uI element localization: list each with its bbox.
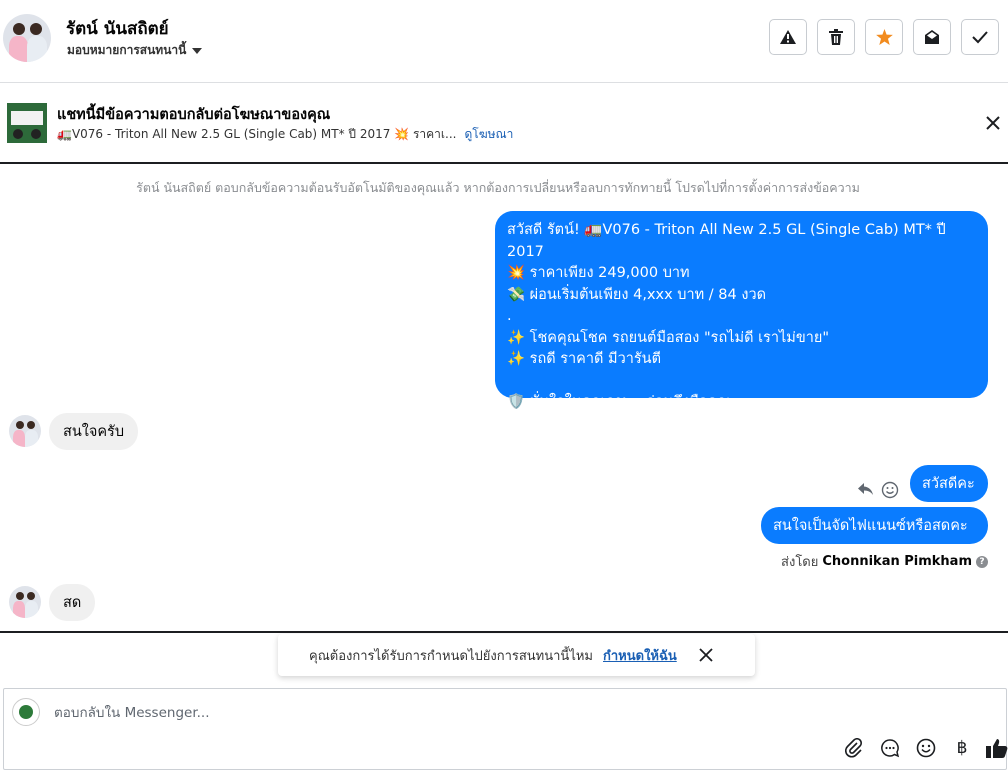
assign-to-me-link[interactable]: กำหนดให้ฉัน — [603, 645, 677, 666]
incoming-message-bubble[interactable]: สด — [49, 584, 96, 621]
system-message: รัตน์ นันสถิตย์ ตอบกลับข้อความต้อนรับอัต… — [136, 180, 860, 195]
reply-composer: ฿ — [3, 688, 1008, 770]
incoming-message-bubble[interactable]: สนใจครับ — [49, 413, 139, 450]
ad-thumbnail[interactable] — [7, 103, 47, 143]
contact-avatar-small — [9, 586, 41, 618]
trash-icon — [829, 29, 843, 45]
send-like-button[interactable] — [986, 737, 1008, 759]
divider — [0, 631, 1008, 633]
outgoing-message-bubble[interactable]: สวัสดีคะ — [910, 465, 988, 502]
help-icon[interactable]: ? — [976, 555, 988, 568]
close-icon[interactable] — [983, 113, 1003, 133]
emoji-icon — [916, 738, 936, 758]
assign-notice: คุณต้องการได้รับการกำหนดไปยังการสนทนานี้… — [278, 634, 755, 676]
ad-headline: 🚛V076 - Triton All New 2.5 GL (Single Ca… — [57, 127, 457, 141]
sent-by-label: ส่งโดย Chonnikan Pimkham ? — [781, 551, 988, 572]
paperclip-icon — [845, 738, 863, 758]
saved-replies-button[interactable] — [879, 737, 901, 759]
mark-done-button[interactable] — [961, 19, 999, 55]
delete-button[interactable] — [817, 19, 855, 55]
view-ad-link[interactable]: ดูโฆษณา — [464, 127, 513, 141]
ad-context-subtitle: 🚛V076 - Triton All New 2.5 GL (Single Ca… — [57, 125, 513, 144]
reply-input[interactable] — [52, 699, 756, 727]
assign-notice-text: คุณต้องการได้รับการกำหนดไปยังการสนทนานี้… — [309, 648, 593, 664]
sent-by-prefix: ส่งโดย — [781, 555, 819, 570]
react-emoji-icon[interactable] — [881, 481, 899, 499]
star-icon — [875, 29, 893, 45]
mark-spam-button[interactable] — [769, 19, 807, 55]
chevron-down-icon — [192, 47, 203, 54]
outgoing-message-bubble[interactable]: สนใจเป็นจัดไฟแนนซ์หรือสดคะ — [761, 507, 988, 544]
attach-button[interactable] — [843, 737, 865, 759]
ad-context-bar: แชทนี้มีข้อความตอบกลับต่อโฆษณาของคุณ 🚛V0… — [0, 83, 1008, 164]
saved-replies-icon — [881, 739, 900, 758]
thumbs-up-icon — [986, 739, 1008, 758]
contact-avatar[interactable] — [3, 14, 51, 62]
ad-context-title: แชทนี้มีข้อความตอบกลับต่อโฆษณาของคุณ — [57, 107, 331, 123]
warning-icon — [780, 30, 796, 44]
close-icon[interactable] — [699, 648, 713, 662]
page-avatar — [12, 698, 40, 726]
assign-label: มอบหมายการสนทนานี้ — [67, 43, 187, 57]
star-button[interactable] — [865, 19, 903, 55]
envelope-open-icon — [925, 30, 939, 44]
currency-icon[interactable]: ฿ — [951, 737, 973, 759]
mark-unread-button[interactable] — [913, 19, 951, 55]
emoji-button[interactable] — [915, 737, 937, 759]
welcome-message-bubble[interactable]: สวัสดี รัตน์! 🚛V076 - Triton All New 2.5… — [495, 211, 988, 410]
assign-dropdown[interactable]: มอบหมายการสนทนานี้ — [67, 41, 203, 60]
conversation-header: รัตน์ นันสถิตย์ มอบหมายการสนทนานี้ — [0, 0, 1008, 83]
check-icon — [972, 31, 988, 44]
reply-icon[interactable] — [857, 482, 874, 496]
sent-by-agent: Chonnikan Pimkham — [822, 554, 972, 569]
contact-avatar-small — [9, 415, 41, 447]
contact-name[interactable]: รัตน์ นันสถิตย์ — [66, 15, 169, 42]
